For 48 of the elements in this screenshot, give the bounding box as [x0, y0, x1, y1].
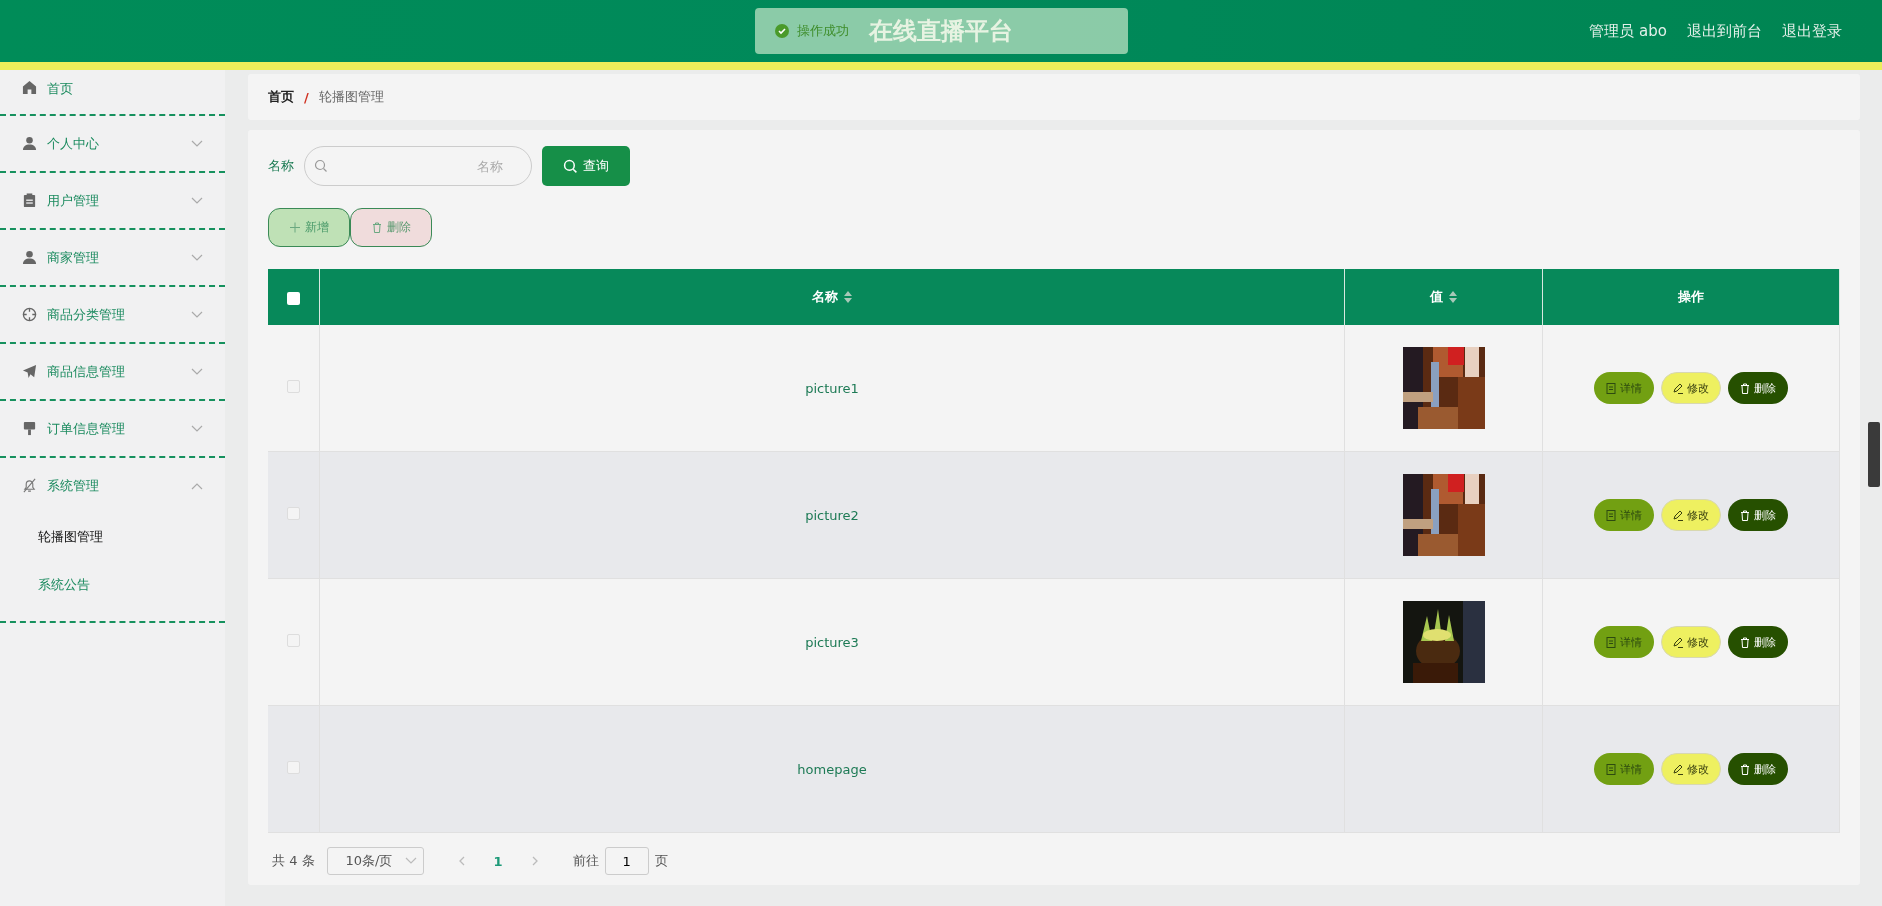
goto-label: 前往: [572, 852, 599, 870]
app-title: 在线直播平台: [869, 16, 1013, 47]
column-header: 操作: [1678, 288, 1704, 306]
delete-button[interactable]: 删除: [1728, 499, 1788, 531]
detail-button[interactable]: 详情: [1594, 499, 1654, 531]
submenu-item[interactable]: 轮播图管理: [0, 513, 103, 561]
delete-button[interactable]: 删除: [1728, 753, 1788, 785]
column-header: 值: [1430, 288, 1443, 306]
header-link[interactable]: 退出到前台: [1687, 21, 1762, 41]
menu-item[interactable]: 系统管理: [47, 476, 181, 495]
page-suffix: 页: [654, 852, 668, 870]
delete-button[interactable]: 删除: [1728, 626, 1788, 658]
detail-button[interactable]: 详情: [1594, 626, 1654, 658]
page-input[interactable]: 1: [604, 847, 649, 875]
table-cell: picture3: [805, 634, 859, 650]
edit-button[interactable]: 修改: [1661, 626, 1721, 658]
edit-button[interactable]: 修改: [1661, 372, 1721, 404]
table-cell: homepage: [797, 761, 867, 777]
add-button[interactable]: 新增: [268, 208, 350, 247]
menu-item[interactable]: 订单信息管理: [47, 419, 181, 438]
breadcrumb-item: 轮播图管理: [318, 88, 384, 106]
breadcrumb-item[interactable]: 首页: [268, 88, 294, 106]
menu-item[interactable]: 商品信息管理: [47, 362, 181, 381]
breadcrumb-separator: /: [304, 89, 309, 105]
menu-item[interactable]: 用户管理: [47, 191, 181, 210]
delete-button[interactable]: 删除: [1728, 372, 1788, 404]
search-button[interactable]: 查询: [542, 146, 630, 186]
submenu-item[interactable]: 系统公告: [0, 561, 90, 609]
table-cell: picture1: [805, 380, 859, 396]
edit-button[interactable]: 修改: [1661, 499, 1721, 531]
total-count: 共 4 条: [272, 852, 315, 870]
menu-item[interactable]: 个人中心: [47, 134, 181, 153]
delete-button[interactable]: 删除: [350, 208, 432, 247]
header-link[interactable]: 退出登录: [1782, 21, 1842, 41]
menu-item[interactable]: 商家管理: [47, 248, 181, 267]
field-label: 名称: [268, 157, 294, 175]
menu-item[interactable]: 首页: [47, 80, 203, 98]
column-header: 名称: [812, 288, 838, 306]
user-name[interactable]: 管理员 abo: [1589, 21, 1667, 41]
page-size-select[interactable]: 10条/页: [326, 847, 424, 875]
page-number[interactable]: 1: [479, 853, 517, 869]
edit-button[interactable]: 修改: [1661, 753, 1721, 785]
search-field[interactable]: 名称: [304, 146, 532, 186]
toast-message: 操作成功: [797, 22, 849, 40]
detail-button[interactable]: 详情: [1594, 372, 1654, 404]
table-cell: picture2: [805, 507, 859, 523]
detail-button[interactable]: 详情: [1594, 753, 1654, 785]
menu-item[interactable]: 商品分类管理: [47, 305, 181, 324]
